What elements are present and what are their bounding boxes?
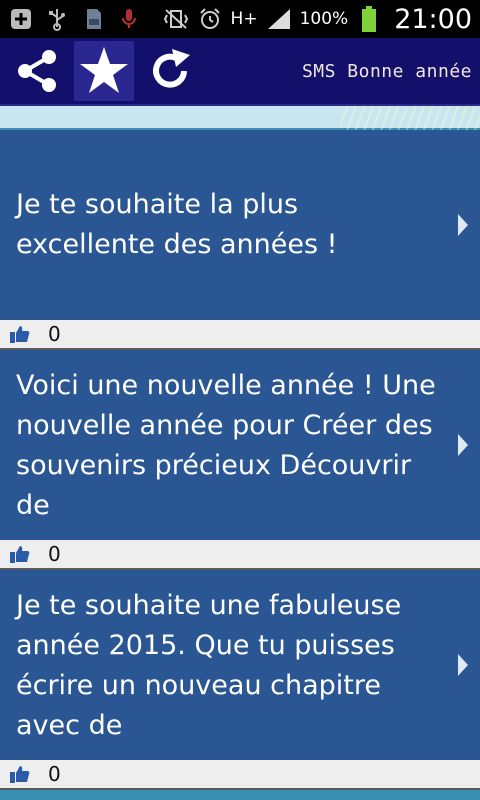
chevron-right-icon — [458, 654, 468, 676]
add-box-icon — [8, 6, 34, 32]
refresh-icon — [153, 49, 190, 88]
like-bar: 0 — [0, 760, 480, 790]
sd-card-icon — [80, 6, 106, 32]
battery-percent: 100% — [299, 9, 349, 29]
favorite-button[interactable] — [74, 41, 134, 101]
like-count: 0 — [48, 322, 61, 346]
thumbs-up-icon[interactable] — [10, 765, 30, 783]
message-card[interactable]: Je te souhaite la plus excellente des an… — [0, 130, 480, 350]
refresh-button[interactable] — [140, 41, 200, 101]
share-button[interactable] — [8, 41, 68, 101]
vibrate-muted-icon — [163, 6, 189, 32]
app-bar: SMS Bonne année — [0, 38, 480, 106]
message-text: Je te souhaite une fabuleuse année 2015.… — [16, 590, 402, 741]
status-bar: H+ 100% 21:00 — [0, 0, 480, 38]
clock: 21:00 — [394, 3, 472, 35]
chevron-right-icon — [458, 434, 468, 456]
mic-icon — [116, 6, 142, 32]
message-body[interactable]: Voici une nouvelle année ! Une nouvelle … — [0, 350, 480, 540]
message-text: Voici une nouvelle année ! Une nouvelle … — [16, 370, 436, 521]
app-title: SMS Bonne année — [301, 60, 472, 82]
signal-icon — [266, 6, 292, 32]
usb-icon — [44, 6, 70, 32]
thumbs-up-icon[interactable] — [10, 545, 30, 563]
message-body[interactable]: Je te souhaite la plus excellente des an… — [0, 130, 480, 320]
star-icon — [80, 47, 128, 93]
thumbs-up-icon[interactable] — [10, 325, 30, 343]
message-list-area[interactable]: Je te souhaite la plus excellente des an… — [0, 106, 480, 800]
battery-icon — [356, 6, 382, 32]
like-count: 0 — [48, 762, 61, 786]
chevron-right-icon — [458, 214, 468, 236]
network-type: H+ — [230, 9, 258, 29]
like-bar: 0 — [0, 540, 480, 570]
message-text: Je te souhaite la plus excellente des an… — [16, 189, 338, 260]
message-body[interactable]: Je te souhaite une fabuleuse année 2015.… — [0, 570, 480, 760]
share-icon — [18, 50, 56, 92]
message-card[interactable]: Je te souhaite une fabuleuse année 2015.… — [0, 570, 480, 790]
message-list: Je te souhaite la plus excellente des an… — [0, 130, 480, 790]
alarm-icon — [197, 6, 223, 32]
message-card[interactable]: Voici une nouvelle année ! Une nouvelle … — [0, 350, 480, 570]
like-count: 0 — [48, 542, 61, 566]
like-bar: 0 — [0, 320, 480, 350]
